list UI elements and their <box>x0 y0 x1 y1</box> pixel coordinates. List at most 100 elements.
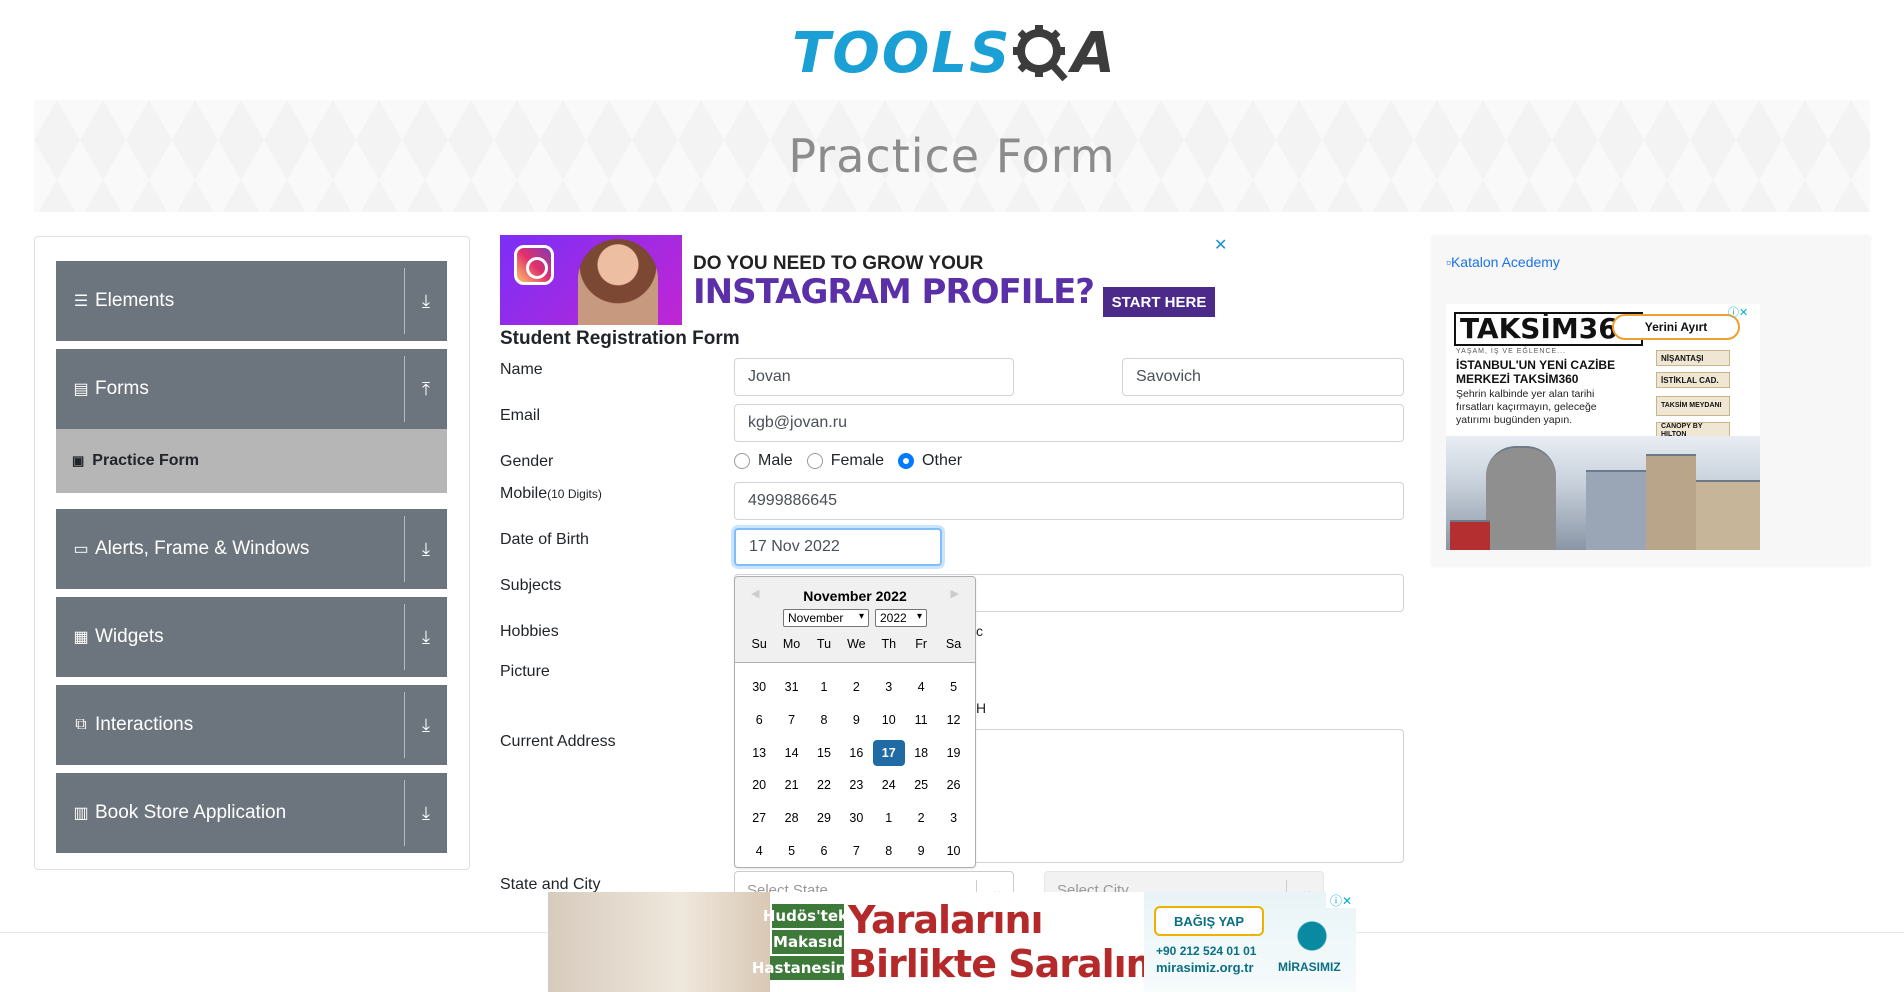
ad-image <box>500 235 682 325</box>
sidebar-group-widgets[interactable]: ▦ Widgets ⤓ <box>56 597 447 677</box>
adchoices-close-icon[interactable]: ⓘ✕ <box>1326 892 1356 908</box>
datepicker-week-row: 6 7 8 9 10 11 12 <box>743 704 971 737</box>
hamburger-icon: ☰ <box>73 293 89 310</box>
download-arrow-icon: ⤓ <box>422 626 430 647</box>
yerini-ayirt-button[interactable]: Yerini Ayırt <box>1612 314 1740 340</box>
datepicker-day[interactable]: 6 <box>808 838 840 864</box>
month-select[interactable]: November ▾ <box>783 609 869 627</box>
gender-label: Gender <box>500 453 554 470</box>
page-title: Practice Form <box>788 129 1116 183</box>
datepicker-day[interactable]: 14 <box>775 740 807 766</box>
sidebar-item-practice-form[interactable]: ▣ Practice Form <box>56 429 447 493</box>
radio-icon[interactable] <box>806 453 823 469</box>
datepicker-day[interactable]: 30 <box>743 674 775 700</box>
datepicker-day[interactable]: 31 <box>775 674 807 700</box>
sidebar-group-book-store[interactable]: ▥ Book Store Application ⤓ <box>56 773 447 853</box>
first-name-input[interactable]: Jovan <box>734 358 1014 396</box>
gender-other[interactable]: Other <box>898 452 962 470</box>
datepicker-day[interactable]: 26 <box>937 772 969 798</box>
datepicker-week-row: 30 31 1 2 3 4 5 <box>743 671 971 704</box>
datepicker-day[interactable]: 1 <box>873 805 905 831</box>
datepicker-day[interactable]: 7 <box>775 707 807 733</box>
sidebar-group-interactions[interactable]: ⧉ Interactions ⤓ <box>56 685 447 765</box>
close-icon[interactable]: ✕ <box>1214 235 1227 255</box>
chevron-down-icon: ▾ <box>858 611 864 622</box>
datepicker-day[interactable]: 4 <box>905 674 937 700</box>
mobile-input[interactable]: 4999886645 <box>734 482 1404 520</box>
gender-female[interactable]: Female <box>806 452 884 470</box>
date-of-birth-input[interactable]: 17 Nov 2022 <box>734 528 942 566</box>
toolsqa-logo[interactable]: TOOLS A <box>792 16 1117 90</box>
datepicker-day[interactable]: 8 <box>873 838 905 864</box>
adchoices-icon[interactable]: ⓘ✕ <box>1728 304 1748 320</box>
sidebar-group-elements[interactable]: ☰ Elements ⤓ <box>56 261 447 341</box>
instagram-ad[interactable]: DO YOU NEED TO GROW YOUR INSTAGRAM PROFI… <box>500 235 1240 327</box>
datepicker-day[interactable]: 10 <box>873 707 905 733</box>
radio-icon[interactable] <box>734 453 750 469</box>
datepicker-day[interactable]: 19 <box>937 740 969 766</box>
datepicker-day[interactable]: 20 <box>743 772 775 798</box>
datepicker-day[interactable]: 12 <box>937 707 969 733</box>
datepicker-day[interactable]: 8 <box>808 707 840 733</box>
datepicker-day[interactable]: 5 <box>937 674 969 700</box>
datepicker-day[interactable]: 23 <box>840 772 872 798</box>
name-label: Name <box>500 361 543 378</box>
last-name-input[interactable]: Savovich <box>1122 358 1404 396</box>
datepicker-day[interactable]: 30 <box>840 805 872 831</box>
year-select[interactable]: 2022 ▾ <box>875 609 927 627</box>
bagis-yap-button[interactable]: BAĞIŞ YAP <box>1154 906 1264 936</box>
datepicker-day[interactable]: 7 <box>840 838 872 864</box>
datepicker-day[interactable]: 4 <box>743 838 775 864</box>
datepicker-day[interactable]: 13 <box>743 740 775 766</box>
datepicker-day[interactable]: 9 <box>840 707 872 733</box>
datepicker-day[interactable]: 29 <box>808 805 840 831</box>
datepicker-day[interactable]: 3 <box>873 674 905 700</box>
page-banner: Practice Form <box>34 100 1870 212</box>
bottom-ad[interactable]: Hudös'teki Makasıd Hastanesinin Yaraları… <box>548 892 1356 992</box>
datepicker-day[interactable]: 11 <box>905 707 937 733</box>
datepicker-day[interactable]: 6 <box>743 707 775 733</box>
datepicker-day[interactable]: 15 <box>808 740 840 766</box>
datepicker-day[interactable]: 10 <box>937 838 969 864</box>
upload-arrow-icon: ⤒ <box>422 378 430 399</box>
datepicker-day[interactable]: 9 <box>905 838 937 864</box>
datepicker-day[interactable]: 21 <box>775 772 807 798</box>
download-arrow-icon: ⤓ <box>422 714 430 735</box>
radio-checked-icon[interactable] <box>898 453 915 469</box>
download-arrow-icon: ⤓ <box>422 538 430 559</box>
current-address-label: Current Address <box>500 733 616 750</box>
logo-tools-text: TOOLS <box>792 20 1012 86</box>
datepicker-day[interactable]: 2 <box>840 674 872 700</box>
hobbies-label: Hobbies <box>500 623 559 640</box>
datepicker-day[interactable]: 16 <box>840 740 872 766</box>
datepicker-day[interactable]: 2 <box>905 805 937 831</box>
datepicker-day[interactable]: 1 <box>808 674 840 700</box>
datepicker-day[interactable]: 3 <box>937 805 969 831</box>
sidebar-group-alerts[interactable]: ▭ Alerts, Frame & Windows ⤓ <box>56 509 447 589</box>
email-label: Email <box>500 407 541 424</box>
chevron-down-icon: ▾ <box>916 611 922 622</box>
city-illustration <box>1446 436 1760 550</box>
datepicker-day[interactable]: 24 <box>873 772 905 798</box>
right-ad[interactable]: ▫Katalon Acedemy TAKSİM360 YAŞAM, İŞ VE … <box>1432 236 1870 566</box>
form-icon: ▣ <box>72 453 85 468</box>
hobbies-partial-text: c <box>976 623 983 639</box>
start-here-button[interactable]: START HERE <box>1103 287 1215 317</box>
download-arrow-icon: ⤓ <box>422 802 430 823</box>
datepicker-day[interactable]: 5 <box>775 838 807 864</box>
datepicker-day[interactable]: 25 <box>905 772 937 798</box>
datepicker-day[interactable]: 28 <box>775 805 807 831</box>
datepicker-day[interactable]: 18 <box>905 740 937 766</box>
datepicker-day[interactable]: 22 <box>808 772 840 798</box>
next-month-icon[interactable]: ▶ <box>951 587 959 600</box>
picture-label: Picture <box>500 663 550 680</box>
katalon-broken-image[interactable]: ▫Katalon Acedemy <box>1446 254 1560 270</box>
email-input[interactable]: kgb@jovan.ru <box>734 404 1404 442</box>
taksim-ad-image[interactable]: TAKSİM360 YAŞAM, İŞ VE EĞLENCE... İSTANB… <box>1446 304 1760 550</box>
sidebar-group-forms[interactable]: ▤ Forms ⤒ <box>56 349 447 429</box>
datepicker-day[interactable]: 27 <box>743 805 775 831</box>
datepicker-day-selected[interactable]: 17 <box>872 739 905 766</box>
form-title: Student Registration Form <box>500 328 740 349</box>
picture-partial-text: H <box>976 700 987 716</box>
gender-male[interactable]: Male <box>734 452 793 470</box>
